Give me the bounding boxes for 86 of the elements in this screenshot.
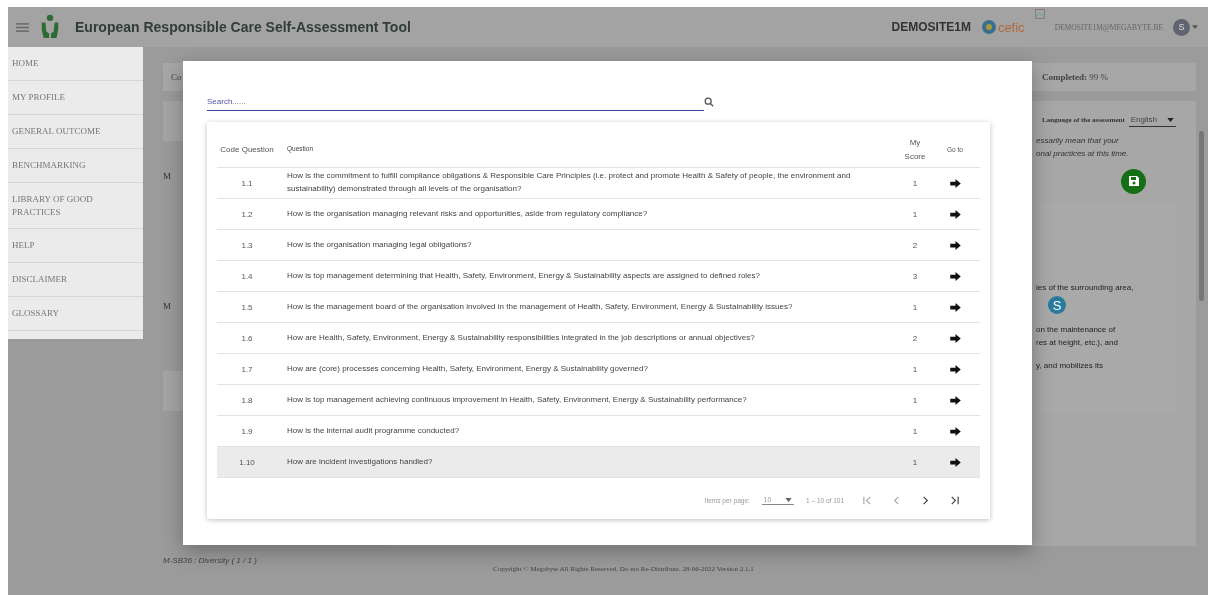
panel-text: on the maintenance of res at height, etc.), and (1036, 324, 1119, 350)
arrow-right-icon[interactable] (949, 240, 961, 250)
table-row[interactable]: 1.5 How is the management board of the organisation involved in the management of Health, Safety, Environment, Energy & Sustainability issues? 1 (217, 292, 980, 323)
sidebar-item[interactable]: MY PROFILE (8, 81, 143, 115)
badge-icon: S (1048, 296, 1066, 315)
sidebar-item[interactable]: GLOSSARY (8, 297, 143, 331)
card-text: Co (171, 72, 182, 82)
code-cell-text: 1.1 (240, 178, 254, 188)
language-select[interactable]: English (1128, 113, 1176, 127)
table-row[interactable]: 1.8 How is top management achieving continuous improvement in Health, Safety, Environment, Energy & Sustainability performance? 1 (217, 385, 980, 416)
score-cell-text: 1 (911, 395, 919, 405)
code-cell-text: 1.3 (240, 240, 254, 250)
completed-text: Completed: 99 % (1042, 72, 1108, 82)
last-page-icon[interactable] (949, 494, 960, 506)
panel-text: ies of the surrounding area, (1036, 281, 1135, 294)
sidebar-item[interactable]: HELP (8, 229, 143, 263)
table-row[interactable]: 1.4 How is top management determining that Health, Safety, Environment, Energy & Sustainability aspects are assigned to defined roles? 3 (217, 261, 980, 292)
search-icon[interactable] (704, 97, 714, 107)
arrow-right-icon[interactable] (949, 364, 961, 374)
site-name: DEMOSITE1M (891, 20, 971, 34)
table-row[interactable]: 1.2 How is the organisation managing relevant risks and opportunities, aside from regulatory compliance? 1 (217, 199, 980, 230)
code-cell-text: 1.8 (240, 395, 254, 405)
arrow-right-icon[interactable] (949, 426, 961, 436)
module-item[interactable]: M-SB36 : Diversity ( 1 / 1 ) (163, 556, 493, 565)
table-row[interactable]: 1.6 How are Health, Safety, Environment, Energy & Sustainability responsibilities integrated in the job descriptions or annual objectives? 2 (217, 323, 980, 354)
module-letter: M (163, 301, 171, 311)
column-header: Code Question (219, 143, 275, 156)
caret-icon (785, 497, 793, 502)
module-letter: M (163, 171, 171, 181)
search-field[interactable]: Search...... (207, 93, 704, 111)
score-cell-text: 2 (911, 240, 919, 250)
caret-icon (1167, 117, 1174, 122)
arrow-right-icon[interactable] (949, 457, 961, 467)
question-cell-text: How is the commitment to fulfill compliance obligations & Responsible Care Principles (i.e. protect and promote Health & Safety of people, the environment and sustainability) demonstrated through all levels of the organisation? (286, 170, 852, 195)
code-cell-text: 1.10 (238, 457, 256, 467)
question-cell-text: How is the organisation managing relevant risks and opportunities, aside from regulatory compliance? (286, 207, 649, 220)
arrow-right-icon[interactable] (949, 333, 961, 343)
question-cell-text: How are incident investigations handled? (286, 455, 434, 468)
next-page-icon[interactable] (920, 494, 931, 506)
score-cell-text: 1 (911, 364, 919, 374)
hands-logo-icon (39, 13, 61, 41)
question-cell-text: How are (core) processes concerning Health, Safety, Environment, Energy & Sustainability governed? (286, 362, 649, 375)
sidebar-item[interactable]: BENCHMARKING (8, 149, 143, 183)
sidebar-item[interactable]: DISCLAIMER (8, 263, 143, 297)
code-cell-text: 1.9 (240, 426, 254, 436)
save-button[interactable] (1121, 168, 1146, 194)
sidebar-item[interactable]: LIBRARY OF GOOD PRACTICES (8, 183, 143, 229)
score-cell-text: 1 (911, 302, 919, 312)
arrow-right-icon[interactable] (949, 395, 961, 405)
arrow-right-icon[interactable] (949, 271, 961, 281)
partner-logo: cefic (980, 19, 1025, 35)
score-cell-text: 2 (911, 333, 919, 343)
caret-icon[interactable] (1192, 25, 1198, 29)
note-text: essarily mean that your onal practices at this time. (1036, 135, 1130, 160)
app-title: European Responsible Care Self-Assessment Tool (75, 19, 411, 35)
user-avatar[interactable]: S (1173, 18, 1190, 36)
sidebar-item[interactable]: GENERAL OUTCOME (8, 115, 143, 149)
save-icon (1127, 175, 1140, 188)
panel-text: y, and mobilizes its (1036, 360, 1104, 372)
table-row[interactable]: 1.10 How are incident investigations handled? 1 (217, 447, 980, 478)
code-cell-text: 1.6 (240, 333, 254, 343)
code-cell-text: 1.5 (240, 302, 254, 312)
score-cell-text: 1 (911, 426, 919, 436)
question-cell-text: How is top management achieving continuous improvement in Health, Safety, Environment, Energy & Sustainability performance? (286, 393, 748, 406)
arrow-right-icon[interactable] (949, 178, 961, 188)
code-cell-text: 1.4 (240, 271, 254, 281)
column-header: My Score (903, 136, 927, 163)
question-cell-text: How is the management board of the organisation involved in the management of Health, Safety, Environment, Energy & Sustainability issues? (286, 300, 794, 313)
broken-image-icon (1034, 9, 1045, 19)
table-row[interactable]: 1.3 How is the organisation managing legal obligations? 2 (217, 230, 980, 261)
sidebar-item[interactable]: HOME (8, 47, 143, 81)
arrow-right-icon[interactable] (949, 302, 961, 312)
question-cell-text: How are Health, Safety, Environment, Energy & Sustainability responsibilities integrated in the job descriptions or annual objectives? (286, 331, 756, 344)
table-row[interactable]: 1.7 How are (core) processes concerning Health, Safety, Environment, Energy & Sustainability governed? 1 (217, 354, 980, 385)
question-cell-text: How is the internal audit programme conducted? (286, 424, 461, 437)
score-cell-text: 1 (911, 209, 919, 219)
flower-icon (980, 19, 997, 35)
code-cell-text: 1.2 (240, 209, 254, 219)
arrow-right-icon[interactable] (949, 209, 961, 219)
question-cell-text: How is the organisation managing legal obligations? (286, 238, 473, 251)
score-cell-text: 1 (911, 457, 919, 467)
question-cell-text: How is top management determining that Health, Safety, Environment, Energy & Sustainability aspects are assigned to defined roles? (286, 269, 761, 282)
scrollbar[interactable] (1199, 131, 1204, 301)
score-cell-text: 3 (911, 271, 919, 281)
score-cell-text: 1 (911, 178, 919, 188)
code-cell-text: 1.7 (240, 364, 254, 374)
